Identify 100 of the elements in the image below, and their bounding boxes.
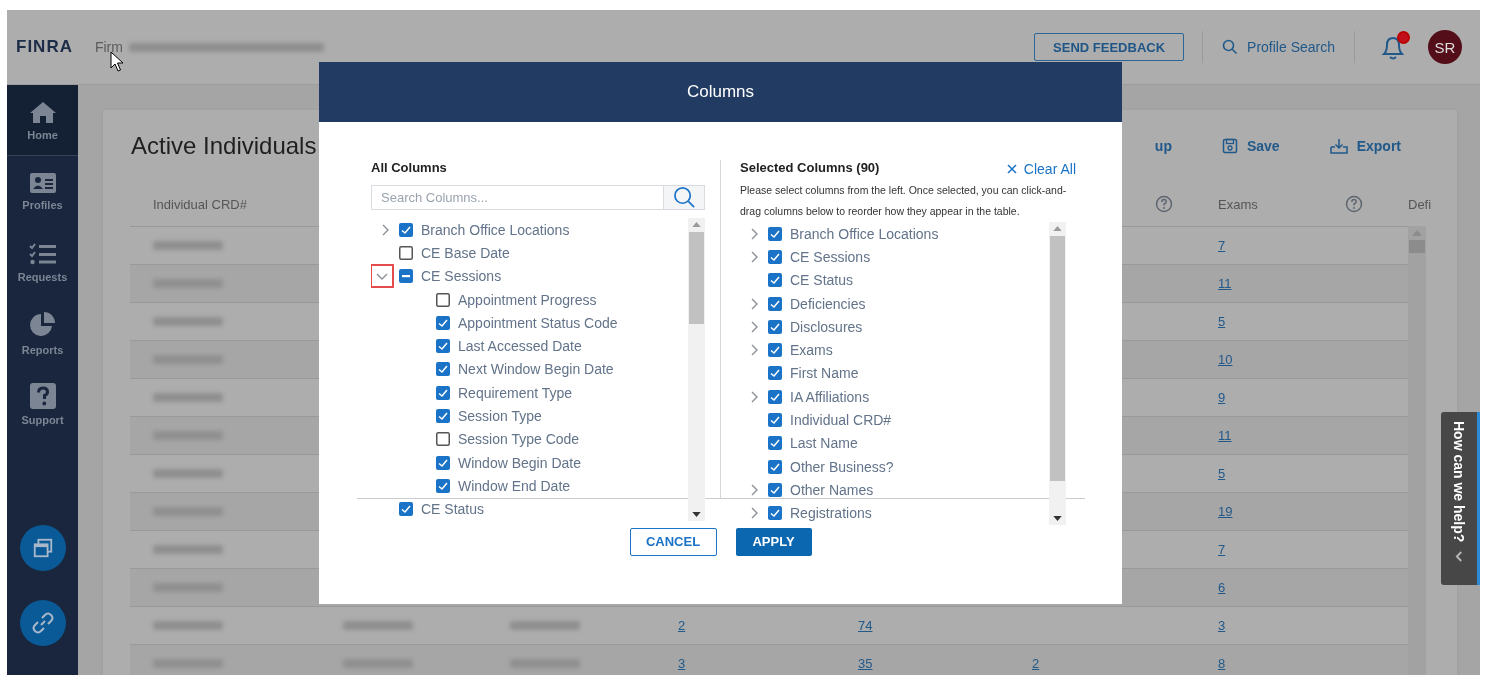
scroll-down-icon[interactable] bbox=[1053, 515, 1062, 521]
column-header[interactable]: Defi bbox=[1408, 196, 1432, 212]
column-header[interactable]: Individual CRD# bbox=[153, 196, 247, 212]
checkbox[interactable] bbox=[436, 315, 450, 330]
table-link[interactable]: 2 bbox=[678, 618, 686, 633]
column-option[interactable]: Window End Date bbox=[458, 477, 571, 494]
checkbox[interactable] bbox=[436, 478, 450, 493]
send-feedback-button[interactable]: SEND FEEDBACK bbox=[1034, 33, 1185, 61]
checkbox[interactable] bbox=[399, 222, 413, 237]
column-header[interactable]: Exams bbox=[1218, 196, 1258, 212]
user-avatar[interactable]: SR bbox=[1428, 30, 1462, 64]
column-option[interactable]: CE Sessions bbox=[790, 248, 871, 265]
column-option[interactable]: Requirement Type bbox=[458, 384, 573, 401]
column-option[interactable]: CE Sessions bbox=[421, 268, 502, 285]
checkbox[interactable] bbox=[768, 319, 782, 334]
column-option[interactable]: Individual CRD# bbox=[790, 412, 892, 428]
column-option[interactable]: CE Status bbox=[421, 501, 485, 518]
column-option[interactable]: IA Affiliations bbox=[790, 388, 870, 405]
scrollbar[interactable] bbox=[1049, 222, 1066, 525]
search-field[interactable]: Search Columns... bbox=[371, 185, 663, 210]
column-option[interactable]: Last Accessed Date bbox=[458, 338, 582, 355]
checkbox[interactable] bbox=[768, 389, 782, 404]
checkbox[interactable] bbox=[436, 292, 450, 307]
checkbox[interactable] bbox=[436, 362, 450, 377]
table-link[interactable]: 6 bbox=[1218, 580, 1226, 595]
column-option[interactable]: Appointment Status Code bbox=[458, 314, 618, 331]
scrollbar[interactable] bbox=[1408, 226, 1426, 675]
column-option[interactable]: Deficiencies bbox=[790, 295, 866, 312]
table-link[interactable]: 3 bbox=[678, 656, 686, 671]
checkbox[interactable] bbox=[399, 269, 413, 284]
checkbox[interactable] bbox=[768, 296, 782, 311]
help-icon[interactable] bbox=[1345, 195, 1363, 213]
column-option[interactable]: Session Type bbox=[458, 408, 542, 424]
scroll-thumb[interactable] bbox=[1050, 236, 1065, 481]
cancel-button[interactable]: CANCEL bbox=[629, 527, 717, 556]
column-option[interactable]: Branch Office Locations bbox=[421, 221, 570, 238]
checkbox[interactable] bbox=[768, 459, 782, 474]
sidebar-item[interactable]: Requests bbox=[7, 227, 78, 298]
table-link[interactable]: 3 bbox=[1218, 618, 1226, 633]
help-tab[interactable]: How can we help? bbox=[1441, 412, 1480, 585]
checkbox[interactable] bbox=[436, 339, 450, 354]
checkbox[interactable] bbox=[436, 409, 450, 423]
table-link[interactable]: 7 bbox=[1218, 238, 1226, 253]
sidebar-item[interactable]: Profiles bbox=[7, 156, 78, 227]
toolbar-button[interactable]: Export bbox=[1329, 138, 1401, 154]
checkbox[interactable] bbox=[768, 343, 782, 358]
table-link[interactable]: 74 bbox=[858, 618, 873, 633]
link-button[interactable] bbox=[19, 600, 66, 646]
finra-logo[interactable]: FINRA bbox=[16, 37, 73, 57]
column-option[interactable]: Branch Office Locations bbox=[790, 225, 939, 242]
checkbox[interactable] bbox=[399, 245, 413, 260]
column-option[interactable]: First Name bbox=[790, 365, 859, 382]
column-option[interactable]: Disclosures bbox=[790, 318, 863, 335]
checkbox[interactable] bbox=[768, 366, 782, 381]
column-option[interactable]: Last Name bbox=[790, 435, 858, 452]
column-option[interactable]: Window Begin Date bbox=[458, 454, 581, 471]
sidebar-item[interactable]: Support bbox=[7, 369, 78, 440]
toolbar-button[interactable]: up bbox=[1154, 138, 1172, 154]
clear-all-button[interactable]: Clear All bbox=[1006, 161, 1076, 177]
scroll-up-icon[interactable] bbox=[692, 222, 701, 227]
column-option[interactable]: Session Type Code bbox=[458, 431, 580, 448]
column-option[interactable]: CE Base Date bbox=[421, 244, 510, 261]
apply-button[interactable]: APPLY bbox=[735, 527, 812, 556]
scrollbar[interactable] bbox=[688, 218, 705, 521]
table-link[interactable]: 35 bbox=[858, 656, 873, 671]
table-link[interactable]: 7 bbox=[1218, 542, 1226, 557]
table-link[interactable]: 5 bbox=[1218, 314, 1226, 329]
column-option[interactable]: Next Window Begin Date bbox=[458, 361, 614, 378]
table-link[interactable]: 11 bbox=[1218, 428, 1232, 443]
column-option[interactable]: Exams bbox=[790, 342, 833, 359]
scroll-down-icon[interactable] bbox=[692, 511, 701, 517]
checkbox[interactable] bbox=[768, 273, 782, 288]
search-button[interactable] bbox=[663, 185, 705, 210]
column-option[interactable]: Other Names bbox=[790, 481, 874, 498]
checkbox[interactable] bbox=[768, 482, 782, 497]
column-option[interactable]: Registrations bbox=[790, 505, 872, 522]
table-link[interactable]: 9 bbox=[1218, 390, 1226, 405]
table-link[interactable]: 8 bbox=[1218, 656, 1226, 671]
table-link[interactable]: 19 bbox=[1218, 504, 1233, 519]
checkbox[interactable] bbox=[768, 249, 782, 264]
toolbar-button[interactable]: Save bbox=[1221, 138, 1280, 154]
table-link[interactable]: 10 bbox=[1218, 352, 1233, 367]
profile-search-link[interactable]: Profile Search bbox=[1222, 39, 1335, 55]
scroll-up-icon[interactable] bbox=[1053, 226, 1062, 231]
column-option[interactable]: Appointment Progress bbox=[458, 291, 597, 308]
checkbox[interactable] bbox=[768, 413, 782, 427]
checkbox[interactable] bbox=[436, 432, 450, 447]
sidebar-item[interactable]: Home bbox=[7, 85, 78, 156]
checkbox[interactable] bbox=[768, 226, 782, 241]
scroll-thumb[interactable] bbox=[689, 232, 704, 324]
scroll-thumb[interactable] bbox=[1409, 240, 1425, 253]
column-option[interactable]: Other Business? bbox=[790, 458, 894, 475]
table-link[interactable]: 2 bbox=[1032, 656, 1040, 671]
checkbox[interactable] bbox=[436, 385, 450, 400]
table-link[interactable]: 5 bbox=[1218, 466, 1226, 481]
column-option[interactable]: CE Status bbox=[790, 272, 854, 289]
windows-button[interactable] bbox=[19, 525, 66, 571]
checkbox[interactable] bbox=[768, 436, 782, 451]
sidebar-item[interactable]: Reports bbox=[7, 298, 78, 369]
checkbox[interactable] bbox=[436, 455, 450, 470]
